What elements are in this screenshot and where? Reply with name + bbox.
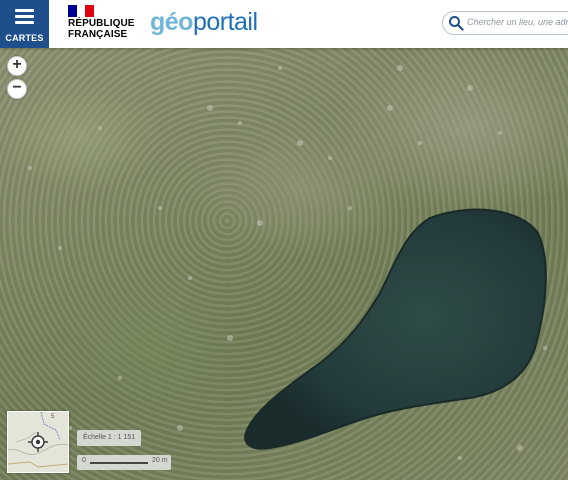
overview-minimap[interactable]: 5 (7, 411, 69, 473)
scale-end: 20 m (152, 457, 168, 464)
zoom-out-button[interactable]: − (7, 79, 27, 99)
scale-bar: 0 20 m (77, 455, 171, 470)
republique-francaise-text: RÉPUBLIQUE FRANÇAISE (68, 18, 135, 40)
search-input[interactable] (467, 14, 568, 30)
search-box (442, 11, 568, 35)
scale-text: Échelle 1 : 1 151 (83, 434, 136, 441)
search-icon[interactable] (448, 15, 464, 31)
maps-menu-button[interactable]: CARTES (0, 0, 49, 48)
scale-start: 0 (82, 457, 86, 464)
zoom-out-symbol: − (12, 79, 22, 96)
geoportail-logo[interactable]: géoportail (150, 7, 258, 37)
scale-line (90, 462, 148, 464)
menu-label: CARTES (5, 33, 44, 43)
scale-text-box: Échelle 1 : 1 151 (77, 430, 142, 446)
logo-portail: portail (192, 8, 258, 36)
republic-line-1: RÉPUBLIQUE (68, 18, 135, 29)
zoom-in-symbol: + (12, 56, 22, 73)
zoom-in-button[interactable]: + (7, 56, 27, 76)
minimap-graphic: 5 (8, 412, 68, 472)
marianne-flag-icon (68, 5, 94, 17)
logo-geo: géo (150, 8, 193, 36)
hamburger-icon (15, 9, 34, 27)
top-header: CARTES RÉPUBLIQUE FRANÇAISE géoportail (0, 0, 568, 48)
republic-line-2: FRANÇAISE (68, 29, 128, 40)
aerial-map[interactable] (0, 48, 568, 480)
lake-area (28, 65, 547, 460)
